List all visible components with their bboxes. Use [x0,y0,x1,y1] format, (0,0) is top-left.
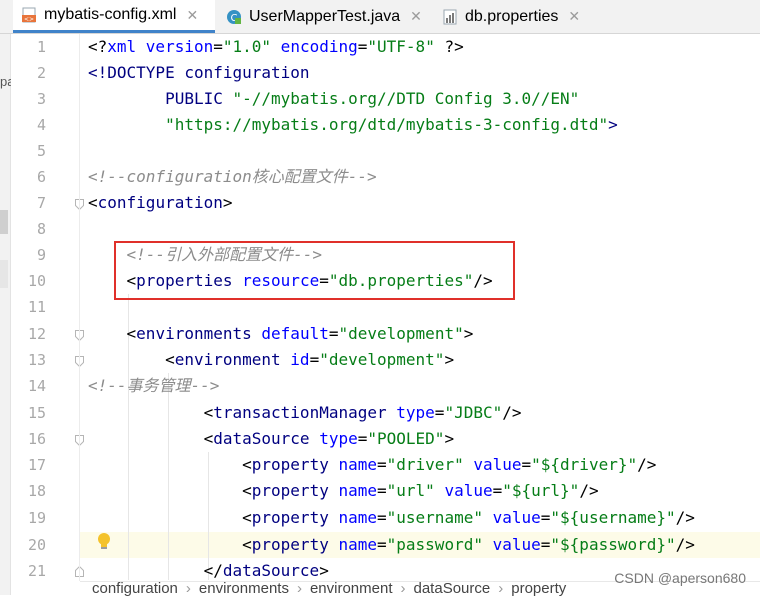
chevron-right-icon: › [185,581,191,596]
tab-mybatis-config[interactable]: <> mybatis-config.xml ✕ [13,0,215,33]
code-line-19: <property name="username" value="${usern… [88,508,695,527]
editor-tab-bar: <> mybatis-config.xml ✕ C UserMapperTest… [0,0,760,34]
chevron-right-icon: › [498,581,504,596]
code-line-6: <!--configuration核心配置文件--> [88,167,377,186]
xml-file-icon: <> [21,7,37,23]
code-line-3: PUBLIC "-//mybatis.org//DTD Config 3.0//… [88,89,580,108]
watermark: CSDN @aperson680 [614,570,746,586]
code-line-12: <environments default="development"> [88,324,474,343]
line-number: 10 [27,272,46,290]
code-line-18: <property name="url" value="${url}"/> [88,481,599,500]
code-line-16: <dataSource type="POOLED"> [88,429,455,448]
tab-label: UserMapperTest.java [249,7,401,25]
breadcrumb-item[interactable]: environments [199,582,289,596]
close-icon[interactable]: ✕ [568,8,580,25]
line-number: 18 [27,482,46,500]
line-number: 12 [27,325,46,343]
line-number: 6 [36,168,46,186]
project-panel-edge: pa [0,34,14,595]
line-number: 11 [27,298,46,316]
code-line-14: <!--事务管理--> [88,376,220,395]
line-number: 2 [36,64,46,82]
breadcrumb-item[interactable]: environment [310,582,393,596]
line-number: 20 [27,536,46,554]
code-line-7: <configuration> [88,193,233,212]
line-number: 13 [27,351,46,369]
tab-label: mybatis-config.xml [44,6,177,23]
highlight-annotation-box [114,241,515,300]
svg-text:<>: <> [24,16,34,23]
breadcrumb-item[interactable]: property [511,582,566,596]
code-editor[interactable]: <?xml version="1.0" encoding="UTF-8" ?> … [80,34,760,581]
line-number-gutter[interactable]: 1 2 3 4 5 6 7 8 9 10 11 12 13 14 15 16 1… [11,34,84,581]
code-line-2: <!DOCTYPE configuration [88,63,310,82]
code-line-13: <environment id="development"> [88,350,455,369]
line-number: 4 [36,116,46,134]
line-number: 15 [27,404,46,422]
code-line-20: <property name="password" value="${passw… [88,535,695,554]
line-number: 9 [36,246,46,264]
line-number: 8 [36,220,46,238]
line-number: 3 [36,90,46,108]
properties-file-icon [442,9,458,25]
close-icon[interactable]: ✕ [410,8,422,25]
tab-label: db.properties [465,7,559,25]
scroll-marker [0,260,8,288]
java-class-icon: C [226,9,242,25]
breadcrumb-item[interactable]: configuration [92,582,178,596]
line-number: 1 [36,38,46,56]
line-number: 7 [36,194,46,212]
line-number: 16 [27,430,46,448]
code-line-15: <transactionManager type="JDBC"/> [88,403,522,422]
line-number: 5 [36,142,46,160]
line-number: 14 [27,377,46,395]
tab-usermappertest[interactable]: C UserMapperTest.java ✕ [218,0,430,33]
scroll-marker [0,210,8,234]
code-line-1: <?xml version="1.0" encoding="UTF-8" ?> [88,37,464,56]
chevron-right-icon: › [400,581,406,596]
line-number: 21 [27,562,46,580]
tab-db-properties[interactable]: db.properties ✕ [434,0,604,33]
chevron-right-icon: › [296,581,302,596]
code-line-4: "https://mybatis.org/dtd/mybatis-3-confi… [88,115,618,134]
code-line-17: <property name="driver" value="${driver}… [88,455,657,474]
close-icon[interactable]: ✕ [186,7,198,24]
line-number: 17 [27,456,46,474]
breadcrumb-item[interactable]: dataSource [414,582,491,596]
line-number: 19 [27,509,46,527]
